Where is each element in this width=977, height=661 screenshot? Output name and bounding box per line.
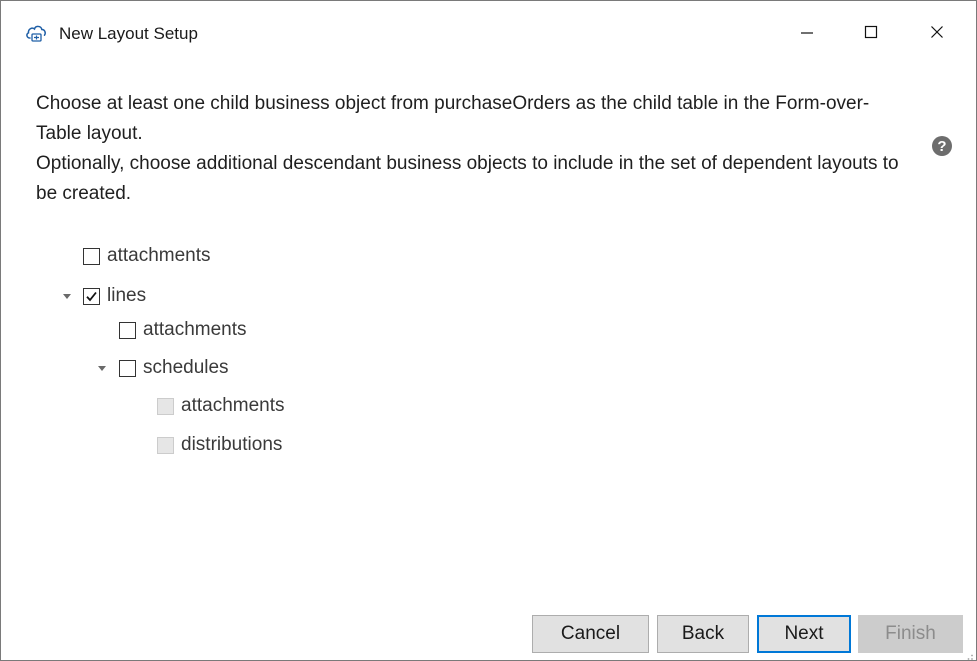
maximize-icon [864, 25, 878, 39]
instructions-text: Choose at least one child business objec… [36, 89, 906, 209]
minimize-icon [801, 32, 813, 34]
svg-text:?: ? [937, 138, 946, 155]
checkmark-icon [86, 291, 97, 301]
question-circle-icon[interactable]: ? [931, 135, 953, 157]
close-icon [931, 26, 943, 38]
window-title: New Layout Setup [59, 24, 198, 43]
tree-item-lines-attachments[interactable]: attachments [119, 317, 247, 343]
tree-item-attachments[interactable]: attachments [83, 243, 211, 269]
resize-grip-icon[interactable] [964, 648, 974, 660]
checkbox [157, 436, 174, 454]
tree-item-label: attachments [181, 395, 285, 416]
tree-item-schedules[interactable]: schedules [119, 355, 229, 381]
close-button[interactable] [914, 1, 960, 63]
tree-item-schedules-attachments: attachments [157, 393, 285, 419]
expand-arrow-icon[interactable] [61, 290, 73, 302]
tree-item-label: attachments [107, 245, 211, 266]
tree-item-lines[interactable]: lines [83, 283, 146, 309]
title-bar[interactable]: New Layout Setup [1, 1, 976, 63]
cancel-button[interactable]: Cancel [532, 615, 649, 653]
expand-arrow-icon[interactable] [96, 362, 108, 374]
checkbox[interactable] [119, 321, 136, 339]
checkbox[interactable] [83, 287, 100, 305]
tree-item-label: lines [107, 285, 147, 306]
minimize-button[interactable] [784, 1, 830, 63]
checkbox [157, 397, 174, 415]
tree-item-distributions: distributions [157, 432, 282, 458]
maximize-button[interactable] [848, 1, 894, 63]
cloud-link-icon [25, 23, 47, 43]
finish-button: Finish [858, 615, 963, 653]
tree-item-label: attachments [143, 319, 247, 340]
dialog-window: New Layout Setup Choose at least one chi… [0, 0, 977, 661]
tree-item-label: distributions [181, 434, 283, 455]
tree-item-label: schedules [143, 357, 229, 378]
checkbox[interactable] [119, 359, 136, 377]
instruction-line-1: Choose at least one child business objec… [36, 93, 870, 144]
back-button[interactable]: Back [657, 615, 749, 653]
next-button[interactable]: Next [757, 615, 851, 653]
instruction-line-2: Optionally, choose additional descendant… [36, 153, 899, 204]
checkbox[interactable] [83, 247, 100, 265]
